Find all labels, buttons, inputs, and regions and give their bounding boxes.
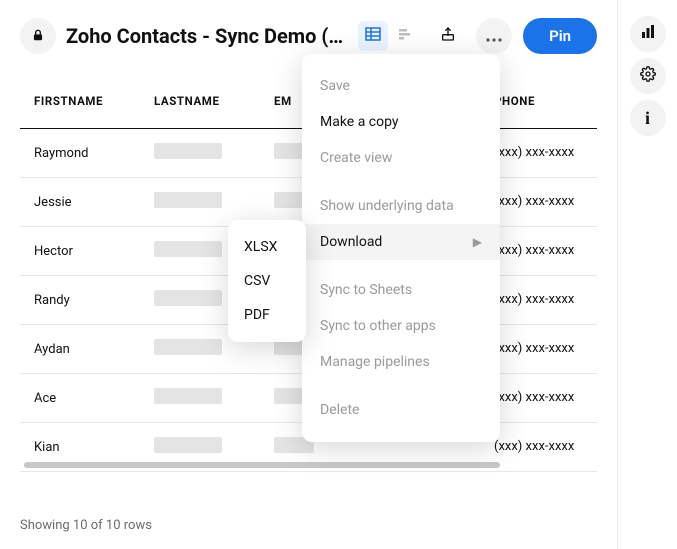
menu-save-label: Save xyxy=(320,78,350,94)
menu-separator xyxy=(302,380,500,392)
col-header-lastname[interactable]: LASTNAME xyxy=(140,74,260,129)
menu-download-label: Download xyxy=(320,234,382,250)
menu-sync-sheets-label: Sync to Sheets xyxy=(320,282,412,298)
download-xlsx[interactable]: XLSX xyxy=(228,230,306,264)
pin-button[interactable]: Pin xyxy=(523,18,597,54)
view-toggle xyxy=(358,21,420,51)
menu-show-underlying-label: Show underlying data xyxy=(320,198,454,214)
menu-separator xyxy=(302,260,500,272)
menu-create-view[interactable]: Create view xyxy=(302,140,500,176)
context-menu: Save Make a copy Create view Show underl… xyxy=(302,54,500,442)
menu-make-copy[interactable]: Make a copy xyxy=(302,104,500,140)
cell-firstname: Jessie xyxy=(20,178,140,227)
share-icon xyxy=(440,26,456,46)
row-count-footer: Showing 10 of 10 rows xyxy=(20,518,152,533)
menu-make-copy-label: Make a copy xyxy=(320,114,399,130)
more-icon xyxy=(486,27,502,46)
cell-firstname: Joziah xyxy=(20,472,140,475)
menu-download[interactable]: Download ▶ xyxy=(302,224,500,260)
cell-firstname: Ace xyxy=(20,374,140,423)
analytics-button[interactable] xyxy=(630,16,666,52)
menu-manage-pipelines-label: Manage pipelines xyxy=(320,354,430,370)
cell-firstname: Raymond xyxy=(20,129,140,178)
download-submenu: XLSX CSV PDF xyxy=(228,220,306,342)
download-pdf[interactable]: PDF xyxy=(228,298,306,332)
menu-create-view-label: Create view xyxy=(320,150,392,166)
menu-sync-other[interactable]: Sync to other apps xyxy=(302,308,500,344)
lock-icon xyxy=(31,27,45,46)
menu-delete[interactable]: Delete xyxy=(302,392,500,428)
horizontal-scrollbar[interactable] xyxy=(24,462,500,468)
right-rail: i xyxy=(617,0,677,549)
settings-button[interactable] xyxy=(630,58,666,94)
redacted-value xyxy=(154,339,222,355)
info-icon: i xyxy=(645,108,650,129)
info-button[interactable]: i xyxy=(630,100,666,136)
cell-phone: (xxx) xxx- xyxy=(480,472,597,475)
header-bar: Zoho Contacts - Sync Demo (... Pin xyxy=(20,18,597,54)
menu-delete-label: Delete xyxy=(320,402,359,418)
redacted-value xyxy=(154,192,222,208)
cell-lastname xyxy=(140,374,260,423)
table-row[interactable]: Joziah (xxx) xxx- xyxy=(20,472,597,475)
more-button[interactable] xyxy=(476,18,512,54)
menu-save[interactable]: Save xyxy=(302,68,500,104)
page-title: Zoho Contacts - Sync Demo (... xyxy=(66,24,344,48)
table-icon xyxy=(365,26,381,46)
table-view-button[interactable] xyxy=(358,21,388,51)
lock-button[interactable] xyxy=(20,18,56,54)
menu-sync-other-label: Sync to other apps xyxy=(320,318,436,334)
cell-firstname: Hector xyxy=(20,227,140,276)
chevron-right-icon: ▶ xyxy=(473,235,482,249)
menu-manage-pipelines[interactable]: Manage pipelines xyxy=(302,344,500,380)
redacted-value xyxy=(154,290,222,306)
download-csv[interactable]: CSV xyxy=(228,264,306,298)
redacted-value xyxy=(154,437,222,453)
cell-firstname: Aydan xyxy=(20,325,140,374)
share-button[interactable] xyxy=(430,18,466,54)
redacted-value xyxy=(154,241,222,257)
redacted-value xyxy=(154,143,222,159)
menu-show-underlying[interactable]: Show underlying data xyxy=(302,188,500,224)
chart-icon xyxy=(397,26,413,46)
cell-firstname: Randy xyxy=(20,276,140,325)
cell-lastname xyxy=(140,472,260,475)
menu-sync-sheets[interactable]: Sync to Sheets xyxy=(302,272,500,308)
cell-email xyxy=(260,472,480,475)
menu-separator xyxy=(302,176,500,188)
bar-chart-icon xyxy=(640,24,656,44)
chart-view-button[interactable] xyxy=(390,21,420,51)
gear-icon xyxy=(640,66,656,86)
col-header-firstname[interactable]: FIRSTNAME xyxy=(20,74,140,129)
cell-lastname xyxy=(140,129,260,178)
redacted-value xyxy=(154,388,222,404)
